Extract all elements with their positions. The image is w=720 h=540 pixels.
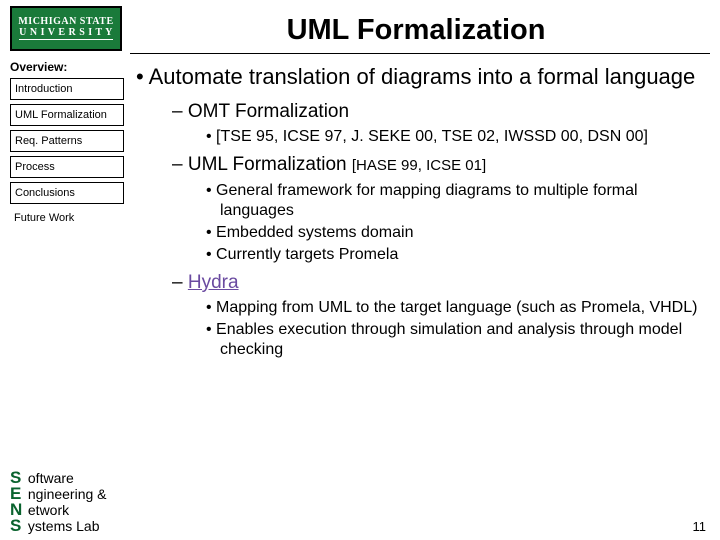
sidebar-item-label: UML Formalization bbox=[15, 109, 107, 121]
sidebar-item-label: Future Work bbox=[14, 212, 74, 224]
lab-rest-2: ngineering & bbox=[24, 486, 107, 502]
sidebar-item-label: Conclusions bbox=[15, 187, 75, 199]
uml-title-refs: [HASE 99, ICSE 01] bbox=[352, 157, 486, 174]
logo-line-1: MICHIGAN STATE bbox=[18, 16, 113, 27]
bullet-level-2-omt: OMT Formalization bbox=[172, 100, 702, 123]
lab-rest-4: ystems Lab bbox=[24, 518, 99, 534]
lab-line-1: S oftware bbox=[10, 470, 107, 486]
lab-rest-1: oftware bbox=[24, 470, 74, 486]
lab-line-4: S ystems Lab bbox=[10, 518, 107, 534]
lab-line-2: E ngineering & bbox=[10, 486, 107, 502]
slide: MICHIGAN STATE U N I V E R S I T Y UML F… bbox=[0, 0, 720, 540]
content: Automate translation of diagrams into a … bbox=[130, 54, 720, 524]
sidebar-item-req-patterns[interactable]: Req. Patterns bbox=[10, 130, 124, 152]
bullet-level-2-hydra: Hydra bbox=[172, 271, 702, 294]
lab-line-3: N etwork bbox=[10, 502, 107, 518]
header: MICHIGAN STATE U N I V E R S I T Y UML F… bbox=[0, 0, 720, 51]
sidebar-item-label: Req. Patterns bbox=[15, 135, 82, 147]
sidebar-item-label: Process bbox=[15, 161, 55, 173]
sidebar-heading: Overview: bbox=[10, 60, 124, 74]
sidebar-item-uml-formalization[interactable]: UML Formalization bbox=[10, 104, 124, 126]
slide-title: UML Formalization bbox=[122, 6, 710, 47]
page-number: 11 bbox=[693, 519, 707, 534]
logo-line-2: U N I V E R S I T Y bbox=[19, 27, 113, 40]
body: Overview: Introduction UML Formalization… bbox=[0, 54, 720, 524]
sidebar-item-process[interactable]: Process bbox=[10, 156, 124, 178]
bullet-level-3-hydra-2: Enables execution through simulation and… bbox=[206, 320, 702, 360]
sidebar: Overview: Introduction UML Formalization… bbox=[0, 54, 130, 524]
lab-initial-s2: S bbox=[10, 518, 24, 534]
hydra-link[interactable]: Hydra bbox=[188, 272, 239, 293]
bullet-level-1: Automate translation of diagrams into a … bbox=[136, 64, 702, 90]
sidebar-item-future-work[interactable]: Future Work bbox=[10, 208, 124, 228]
bullet-level-3-uml-1: General framework for mapping diagrams t… bbox=[206, 181, 702, 221]
lab-rest-3: etwork bbox=[24, 502, 69, 518]
bullet-level-2-uml: UML Formalization [HASE 99, ICSE 01] bbox=[172, 153, 702, 177]
lab-label: S oftware E ngineering & N etwork S yste… bbox=[10, 470, 107, 534]
sidebar-item-label: Introduction bbox=[15, 83, 72, 95]
bullet-level-3-uml-2: Embedded systems domain bbox=[206, 223, 702, 243]
university-logo: MICHIGAN STATE U N I V E R S I T Y bbox=[10, 6, 122, 51]
uml-title-text: UML Formalization bbox=[188, 154, 352, 175]
sidebar-item-conclusions[interactable]: Conclusions bbox=[10, 182, 124, 204]
sidebar-item-introduction[interactable]: Introduction bbox=[10, 78, 124, 100]
bullet-level-3-uml-3: Currently targets Promela bbox=[206, 245, 702, 265]
bullet-level-3-omt-refs: [TSE 95, ICSE 97, J. SEKE 00, TSE 02, IW… bbox=[206, 127, 702, 147]
bullet-level-3-hydra-1: Mapping from UML to the target language … bbox=[206, 298, 702, 318]
